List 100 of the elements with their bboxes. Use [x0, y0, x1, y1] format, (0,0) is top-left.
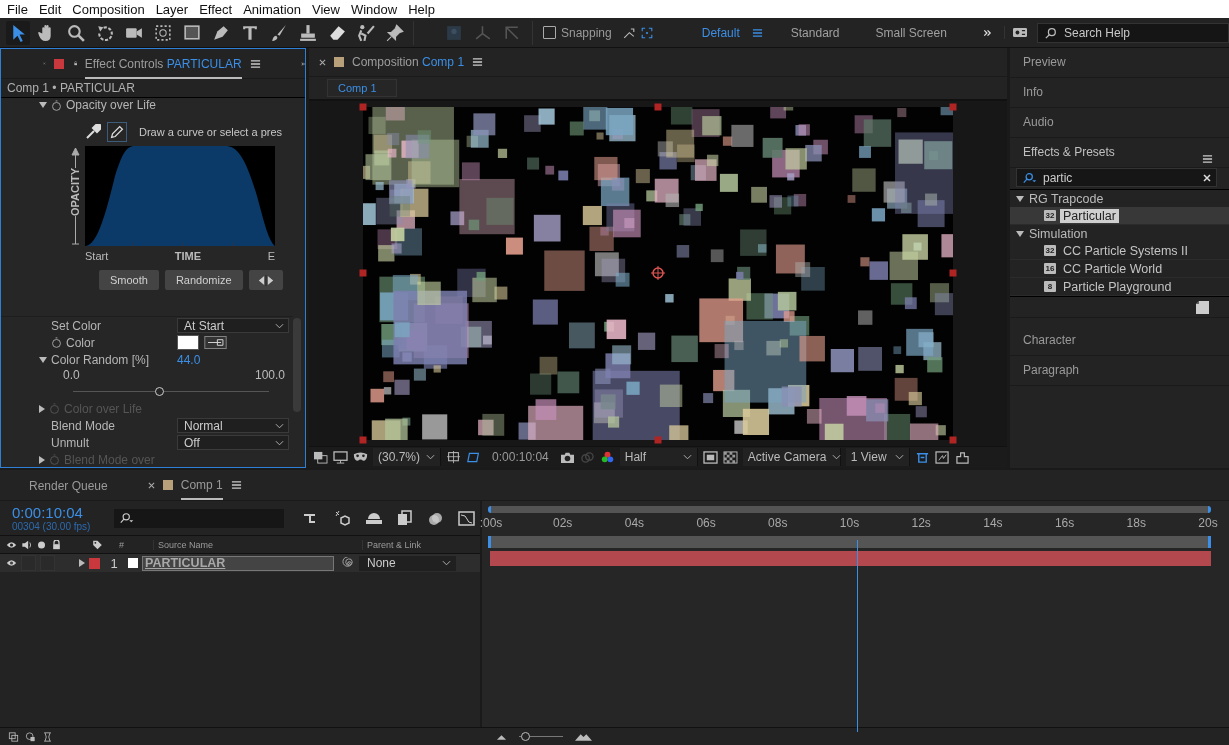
label-color-swatch[interactable]	[89, 557, 100, 569]
workspace-settings-icon[interactable]	[1003, 26, 1027, 39]
clear-icon[interactable]	[1203, 174, 1211, 182]
panel-header[interactable]: Info	[1010, 78, 1229, 108]
solo-icon[interactable]	[36, 539, 47, 550]
anchor-point-icon[interactable]	[650, 265, 666, 281]
menu-item[interactable]: Effect	[196, 1, 237, 17]
panel-tab[interactable]: Comp 1	[180, 470, 223, 500]
timeline-icon[interactable]	[954, 450, 970, 464]
workspace-tab[interactable]: Standard	[784, 25, 858, 40]
color-swatch[interactable]	[177, 335, 199, 350]
menu-item[interactable]: Layer	[152, 1, 193, 17]
eyedropper-icon[interactable]	[204, 336, 227, 349]
render-time-icon[interactable]	[42, 731, 53, 742]
layer-row[interactable]: 1 PARTICULAR None	[0, 554, 480, 572]
close-icon[interactable]	[319, 58, 326, 66]
camera-snapshot-icon[interactable]	[559, 450, 575, 464]
mask-visibility-icon[interactable]	[353, 450, 368, 464]
search-field[interactable]: partic	[1016, 168, 1217, 187]
layer-switches-icon[interactable]	[8, 731, 19, 742]
zoom-dropdown[interactable]: (30.7%)	[373, 448, 442, 467]
menu-item[interactable]: Window	[347, 1, 402, 17]
region-icon[interactable]	[446, 450, 462, 464]
new-folder-icon[interactable]	[1196, 300, 1209, 314]
panel-header[interactable]: Character	[1010, 326, 1229, 356]
menu-icon[interactable]	[472, 57, 484, 68]
menu-item[interactable]: View	[309, 1, 344, 17]
parent-dropdown[interactable]: None	[359, 555, 456, 571]
tree-folder[interactable]: RG Trapcode	[1010, 190, 1229, 207]
checkerboard-icon[interactable]	[722, 450, 738, 464]
menu-icon[interactable]	[751, 27, 763, 38]
ruler-label: 16s	[1054, 516, 1075, 530]
menu-item[interactable]: Help	[405, 1, 439, 17]
pick-whip-icon[interactable]	[342, 556, 355, 570]
fast-previews-icon[interactable]	[702, 450, 718, 464]
close-icon[interactable]	[147, 481, 155, 489]
eye-icon[interactable]	[6, 539, 17, 550]
tree-folder[interactable]: Simulation	[1010, 225, 1229, 242]
stopwatch-icon[interactable]	[51, 99, 62, 111]
preset-list-item[interactable]: Particle Playground	[1060, 279, 1175, 294]
expand-triangle-icon[interactable]	[39, 356, 47, 363]
graph-button[interactable]: Randomize	[164, 270, 243, 290]
panel-header[interactable]: Preview	[1010, 48, 1229, 78]
snapping-checkbox[interactable]: Snapping	[543, 25, 612, 40]
column-header[interactable]: Parent & Link	[362, 539, 422, 550]
dropdown[interactable]: At Start	[177, 318, 289, 333]
camera-dropdown[interactable]: Active Camera	[742, 448, 841, 467]
stopwatch-icon[interactable]	[51, 337, 62, 348]
preview-options-icon[interactable]	[313, 450, 328, 464]
panel-header[interactable]: Audio	[1010, 108, 1229, 138]
pixel-aspect-icon[interactable]	[914, 450, 930, 464]
panel-tab[interactable]: Render Queue	[29, 471, 108, 499]
preset-list-item[interactable]: Particular	[1060, 208, 1119, 223]
speaker-icon[interactable]	[21, 539, 32, 550]
effect-controls-tab[interactable]: Effect Controls PARTICULAR	[84, 48, 242, 79]
dropdown[interactable]: Off	[177, 435, 289, 450]
timecode[interactable]: 0:00:10:04	[492, 450, 549, 465]
expand-triangle-icon[interactable]	[39, 102, 47, 108]
menu-item[interactable]: Edit	[35, 1, 66, 17]
zoom-in-icon[interactable]	[575, 731, 592, 742]
dropdown[interactable]: Normal	[177, 418, 289, 433]
slider-thumb[interactable]	[521, 732, 531, 741]
menu-icon[interactable]	[230, 480, 242, 490]
preset-list-item[interactable]: CC Particle World	[1060, 261, 1166, 276]
flip-button[interactable]	[248, 270, 283, 290]
current-time[interactable]: 0:00:10:04	[12, 504, 102, 521]
column-header[interactable]: #	[119, 539, 149, 550]
modes-icon[interactable]	[25, 731, 36, 742]
scrollbar-thumb[interactable]	[293, 318, 301, 412]
workspace-tab[interactable]: Default	[695, 25, 740, 40]
slider-thumb[interactable]	[155, 387, 165, 396]
composition-tab[interactable]: Composition Comp 1	[352, 55, 465, 70]
value-field[interactable]: 44.0	[177, 352, 201, 367]
lock-icon[interactable]	[51, 539, 62, 550]
pencil-icon[interactable]	[107, 122, 127, 142]
comp-tab[interactable]: Comp 1	[327, 78, 397, 97]
workspace-tab[interactable]: Small Screen	[869, 25, 965, 40]
transparency-grid-icon[interactable]	[466, 450, 482, 464]
preset-list-item[interactable]: CC Particle Systems II	[1060, 243, 1192, 258]
menu-item[interactable]: Animation	[240, 1, 305, 17]
menu-icon[interactable]	[249, 58, 261, 69]
graph-editor-icon[interactable]	[457, 508, 476, 528]
resolution-dropdown[interactable]: Half	[619, 448, 698, 467]
menu-item[interactable]: File	[4, 1, 32, 17]
menu-icon[interactable]	[1202, 154, 1213, 164]
layer-search-field[interactable]	[114, 508, 284, 528]
graph-button[interactable]: Smooth	[99, 270, 159, 290]
monitor-icon[interactable]	[333, 450, 348, 464]
label-icon[interactable]	[92, 539, 103, 550]
view-layout-dropdown[interactable]: 1 View	[845, 448, 910, 467]
color-channels-icon[interactable]	[599, 450, 615, 464]
column-header[interactable]: Source Name	[153, 539, 358, 550]
layer-name[interactable]: PARTICULAR	[142, 555, 334, 571]
menu-item[interactable]: Composition	[69, 1, 149, 17]
panel-header[interactable]: Paragraph	[1010, 356, 1229, 386]
eye-icon[interactable]	[6, 558, 17, 568]
draft-3d-icon[interactable]	[333, 508, 352, 528]
caret-icon	[275, 422, 284, 429]
search-help-field[interactable]: Search Help	[1037, 22, 1229, 43]
frame-blending-icon[interactable]	[395, 508, 414, 528]
